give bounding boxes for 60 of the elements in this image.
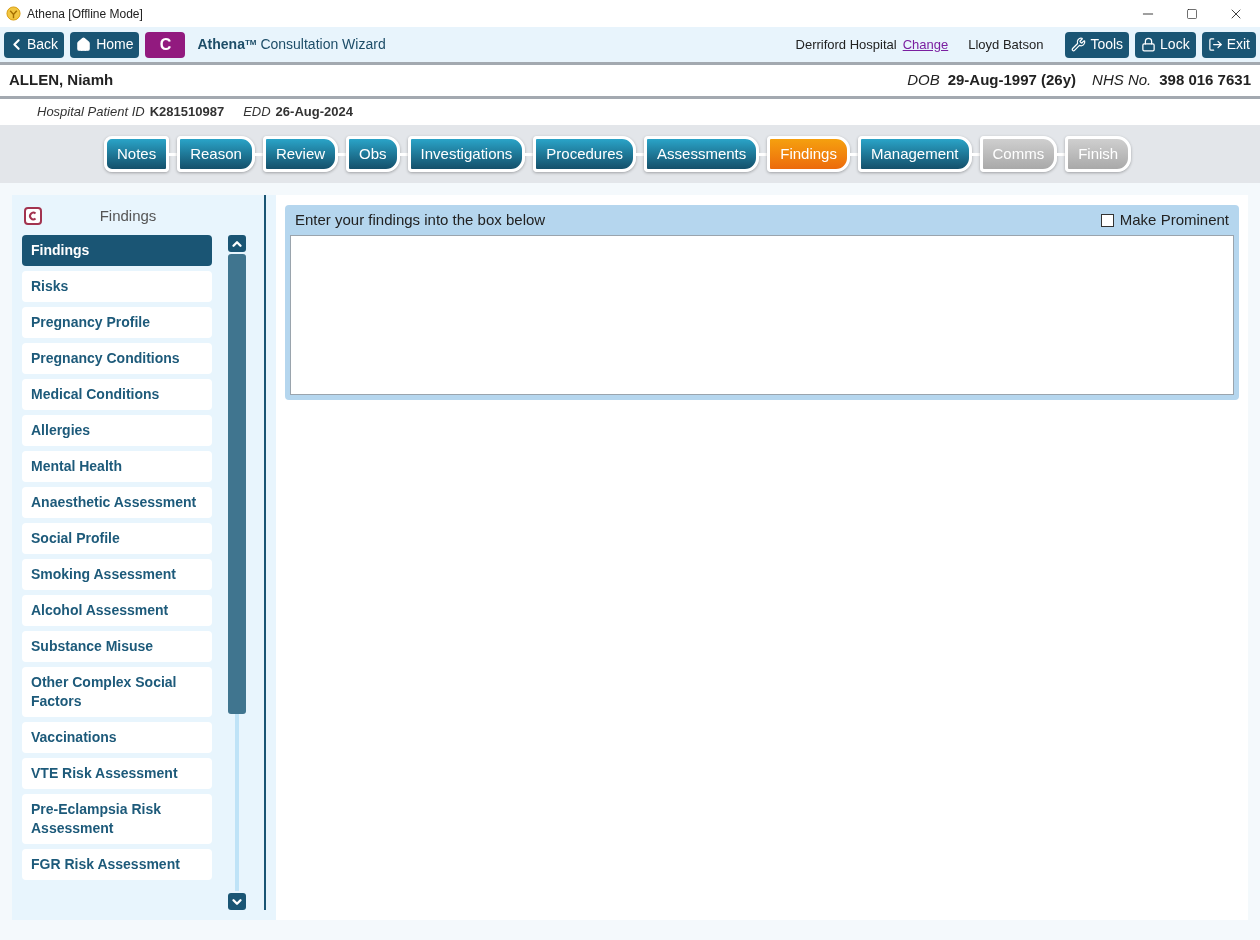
wizard-step-tab[interactable]: Reason [177,136,255,172]
user-name: Lloyd Batson [968,35,1044,54]
wizard-step-tab[interactable]: Obs [346,136,400,172]
wizard-step-tab[interactable]: Investigations [407,136,526,172]
wizard-step-tab[interactable]: Review [262,136,339,172]
sidebar-item[interactable]: Allergies [22,415,212,446]
scroll-down-button[interactable] [228,893,246,910]
wizard-step-tab[interactable]: Procedures [533,136,637,172]
app-title: Athena$^{TM}$ Consultation Wizard [197,35,386,54]
dob-value: 29-Aug-1997 (26y) [947,70,1077,91]
make-prominent-checkbox[interactable] [1100,213,1114,227]
sidebar-item[interactable]: Pre-Eclampsia Risk Assessment [22,794,212,844]
c-button[interactable]: C [145,31,186,58]
sidebar-item[interactable]: Pregnancy Conditions [22,343,212,374]
sidebar-item[interactable]: Social Profile [22,523,212,554]
lock-icon [1141,37,1157,52]
hospital-name: Derriford Hospital [795,35,897,54]
maximize-icon[interactable] [1186,7,1198,20]
patient-name: ALLEN, Niamh [9,70,114,91]
wizard-step-tab[interactable]: Management [857,136,972,172]
sidebar-item[interactable]: Other Complex Social Factors [22,667,212,717]
scrollbar-thumb[interactable] [228,254,246,714]
hospital-id-label: Hospital Patient ID [37,103,145,122]
sidebar-item[interactable]: Findings [22,235,212,266]
edd-value: 26-Aug-2024 [275,103,353,122]
house-icon [76,37,92,52]
app-logo-icon [6,6,21,21]
sidebar-item[interactable]: Anaesthetic Assessment [22,487,212,518]
sidebar-item[interactable]: VTE Risk Assessment [22,758,212,789]
tools-button[interactable]: Tools [1065,31,1130,58]
nhs-label: NHS No. [1092,70,1152,91]
hospital-id-value: K281510987 [149,103,225,122]
sidebar-item[interactable]: Substance Misuse [22,631,212,662]
sidebar-item[interactable]: Risks [22,271,212,302]
sidebar-item[interactable]: FGR Risk Assessment [22,849,212,880]
home-button[interactable]: Home [70,31,140,58]
wizard-step-tab[interactable]: Notes [104,136,170,172]
back-button[interactable]: Back [4,31,65,58]
exit-button[interactable]: Exit [1201,31,1256,58]
exit-icon [1207,37,1223,52]
wrench-icon [1071,37,1087,52]
sidebar-item[interactable]: Alcohol Assessment [22,595,212,626]
change-link[interactable]: Change [902,34,949,55]
lock-button[interactable]: Lock [1135,31,1196,58]
sidebar-item[interactable]: Medical Conditions [22,379,212,410]
sidebar-item[interactable]: Vaccinations [22,722,212,753]
sidebar-title: Findings [98,205,158,226]
make-prominent-label: Make Prominent [1119,209,1229,230]
edd-label: EDD [243,103,271,122]
sidebar-item[interactable]: Mental Health [22,451,212,482]
findings-prompt: Enter your findings into the box below [295,209,546,230]
sidebar-item[interactable]: Smoking Assessment [22,559,212,590]
dob-label: DOB [907,70,940,91]
scroll-up-button[interactable] [228,235,246,252]
wizard-step-tab[interactable]: Assessments [644,136,760,172]
nhs-value: 398 016 7631 [1159,70,1251,91]
sidebar-item[interactable]: Pregnancy Profile [22,307,212,338]
findings-text-field[interactable] [290,235,1234,395]
c-logo-icon [24,207,42,225]
window-title: Athena [Offline Mode] [27,5,143,23]
